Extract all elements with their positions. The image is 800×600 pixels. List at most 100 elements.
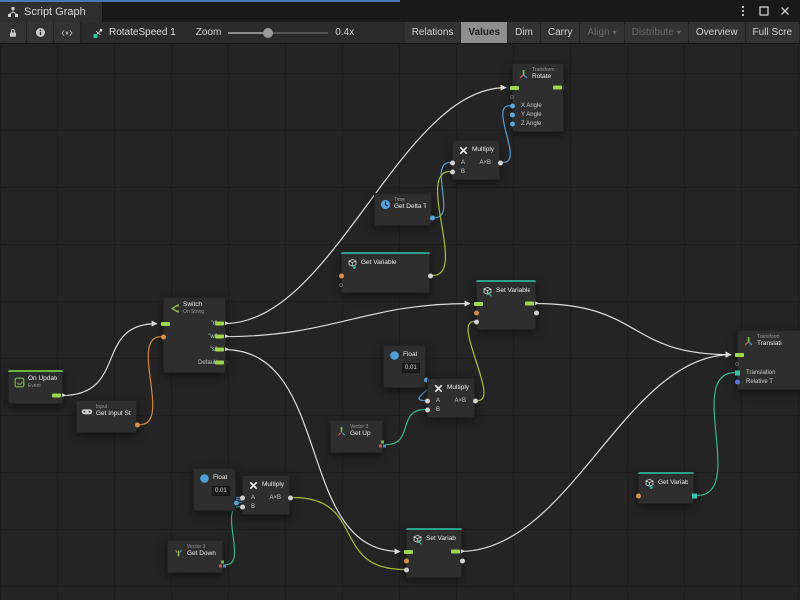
- flow-port-r[interactable]: ▶: [215, 334, 229, 339]
- value-port-l[interactable]: [339, 273, 344, 278]
- tab-script-graph[interactable]: Script Graph: [0, 0, 103, 22]
- flow-port-shape: [52, 394, 61, 398]
- value-port-dot: [135, 422, 140, 427]
- toolbar-info-button[interactable]: [27, 22, 54, 43]
- node-vector3-get-down[interactable]: Vector 3Get Down: [167, 540, 223, 573]
- value-port-r[interactable]: [692, 493, 697, 498]
- value-port-dot: [474, 319, 479, 324]
- toolbar-button-dim[interactable]: Dim: [508, 22, 541, 43]
- toolbar-button-group: RelationsValuesDimCarryAlign▾Distribute▾…: [405, 22, 800, 43]
- flow-port-l[interactable]: [161, 322, 170, 326]
- value-port-l[interactable]: [510, 121, 515, 126]
- value-port-l[interactable]: [510, 95, 514, 99]
- node-multiply-rotation[interactable]: MultiplyAA×BB: [452, 140, 500, 180]
- value-port-l[interactable]: [404, 567, 409, 572]
- node-switch-on-string[interactable]: SwitchOn String"r"▶"w"▶"s"▶Default▷: [163, 297, 226, 373]
- toolbar-button-relations[interactable]: Relations: [405, 22, 462, 43]
- flow-port-l[interactable]: [735, 353, 744, 357]
- zoom-slider[interactable]: [228, 32, 328, 34]
- value-port-l[interactable]: [161, 334, 166, 339]
- value-port-l[interactable]: [425, 398, 430, 403]
- variable-get-icon: [643, 477, 655, 489]
- value-port-l[interactable]: [474, 310, 479, 315]
- toolbar-button-align[interactable]: Align▾: [580, 22, 624, 43]
- value-port-r[interactable]: [234, 500, 239, 505]
- node-value-input[interactable]: 0.01: [212, 486, 230, 496]
- node-vector3-get-up[interactable]: Vector 3Get Up: [330, 420, 383, 453]
- flow-port-l[interactable]: [404, 550, 413, 554]
- wire: [61, 324, 157, 396]
- value-port-l[interactable]: [450, 160, 455, 165]
- toolbar-button-overview[interactable]: Overview: [689, 22, 746, 43]
- toolbar-code-angle-button[interactable]: [54, 22, 81, 43]
- toolbar-button-full-scre[interactable]: Full Scre: [746, 22, 800, 43]
- flow-port-r[interactable]: ▶: [52, 393, 66, 398]
- flow-out-arrow-icon: ▶: [535, 301, 539, 306]
- value-port-l[interactable]: [425, 407, 430, 412]
- node-on-update-event[interactable]: On UpdateEvent▶: [8, 370, 63, 404]
- flow-port-r[interactable]: ▶: [215, 321, 229, 326]
- value-port-r[interactable]: [460, 558, 465, 563]
- variable-set-icon: [411, 533, 423, 545]
- node-port-row: "r"▶: [164, 317, 225, 330]
- value-port-l[interactable]: [735, 370, 740, 375]
- value-port-l[interactable]: [735, 379, 740, 384]
- value-port-r[interactable]: [498, 160, 503, 165]
- value-port-l[interactable]: [240, 504, 245, 509]
- node-port-row: [639, 491, 693, 500]
- value-port-r[interactable]: [379, 440, 386, 449]
- graph-canvas[interactable]: TransformRotate▷X AngleY AngleZ Angle Mul…: [0, 44, 800, 600]
- node-float-bottom[interactable]: Float0.01: [193, 468, 236, 511]
- flow-port-r[interactable]: ▶: [451, 549, 465, 554]
- node-get-input-string[interactable]: InputGet Input Strin: [76, 400, 137, 433]
- value-port-r[interactable]: [135, 422, 140, 427]
- node-set-variable-middle[interactable]: Set Variable▶: [476, 280, 536, 330]
- node-get-delta-time[interactable]: TimeGet Delta Time: [374, 193, 432, 226]
- toolbar-button-carry[interactable]: Carry: [541, 22, 580, 43]
- value-port-r[interactable]: [534, 310, 539, 315]
- vector3-down-icon: [172, 545, 184, 557]
- value-port-r[interactable]: [430, 215, 435, 220]
- node-transform-translate[interactable]: TransformTranslatiTranslationRelative T: [737, 330, 800, 390]
- value-port-dot: [240, 495, 245, 500]
- node-multiply-up[interactable]: MultiplyAA×BB: [427, 378, 475, 418]
- flow-port-l[interactable]: [510, 86, 519, 90]
- flow-port-r[interactable]: ▶: [525, 301, 539, 306]
- node-port-row: [168, 560, 222, 569]
- toolbar-button-distribute[interactable]: Distribute▾: [625, 22, 689, 43]
- value-port-r[interactable]: [473, 398, 478, 403]
- toolbar-lock-button[interactable]: [0, 22, 27, 43]
- node-set-variable-bottom[interactable]: Set Variable▶: [406, 528, 462, 578]
- value-port-l[interactable]: [510, 112, 515, 117]
- close-icon[interactable]: [779, 4, 791, 18]
- value-port-r[interactable]: [428, 273, 433, 278]
- flow-port-r[interactable]: ▷: [215, 360, 229, 365]
- node-value-input[interactable]: 0.01: [402, 363, 420, 373]
- graph-breadcrumb[interactable]: RotateSpeed 1: [82, 22, 186, 43]
- value-port-l[interactable]: [339, 283, 343, 287]
- value-port-l[interactable]: [240, 495, 245, 500]
- maximize-icon[interactable]: [758, 4, 770, 18]
- value-port-r[interactable]: [219, 560, 226, 569]
- node-float-middle[interactable]: Float0.01: [383, 345, 426, 388]
- node-transform-rotate[interactable]: TransformRotate▷X AngleY AngleZ Angle: [512, 63, 564, 132]
- value-port-l[interactable]: [636, 493, 641, 498]
- value-port-r[interactable]: [288, 495, 293, 500]
- toolbar-button-values[interactable]: Values: [461, 22, 508, 43]
- node-header: TimeGet Delta Time: [375, 194, 431, 213]
- node-get-variable-right[interactable]: Get Variable: [638, 472, 694, 504]
- node-get-variable-top[interactable]: Get Variable: [341, 252, 430, 293]
- value-port-l[interactable]: [735, 362, 739, 366]
- value-port-l[interactable]: [404, 558, 409, 563]
- node-multiply-down[interactable]: MultiplyAA×BB: [242, 475, 290, 515]
- value-port-l[interactable]: [510, 103, 515, 108]
- flow-port-r[interactable]: ▶: [215, 347, 229, 352]
- node-title: Get Up: [350, 430, 371, 438]
- flow-port-l[interactable]: [474, 302, 483, 306]
- value-port-l[interactable]: [450, 169, 455, 174]
- more-menu-icon[interactable]: [737, 4, 749, 18]
- flow-port-r[interactable]: ▷: [553, 85, 567, 90]
- value-port-l[interactable]: [474, 319, 479, 324]
- float-icon: [198, 472, 210, 484]
- zoom-slider-handle[interactable]: [263, 28, 273, 38]
